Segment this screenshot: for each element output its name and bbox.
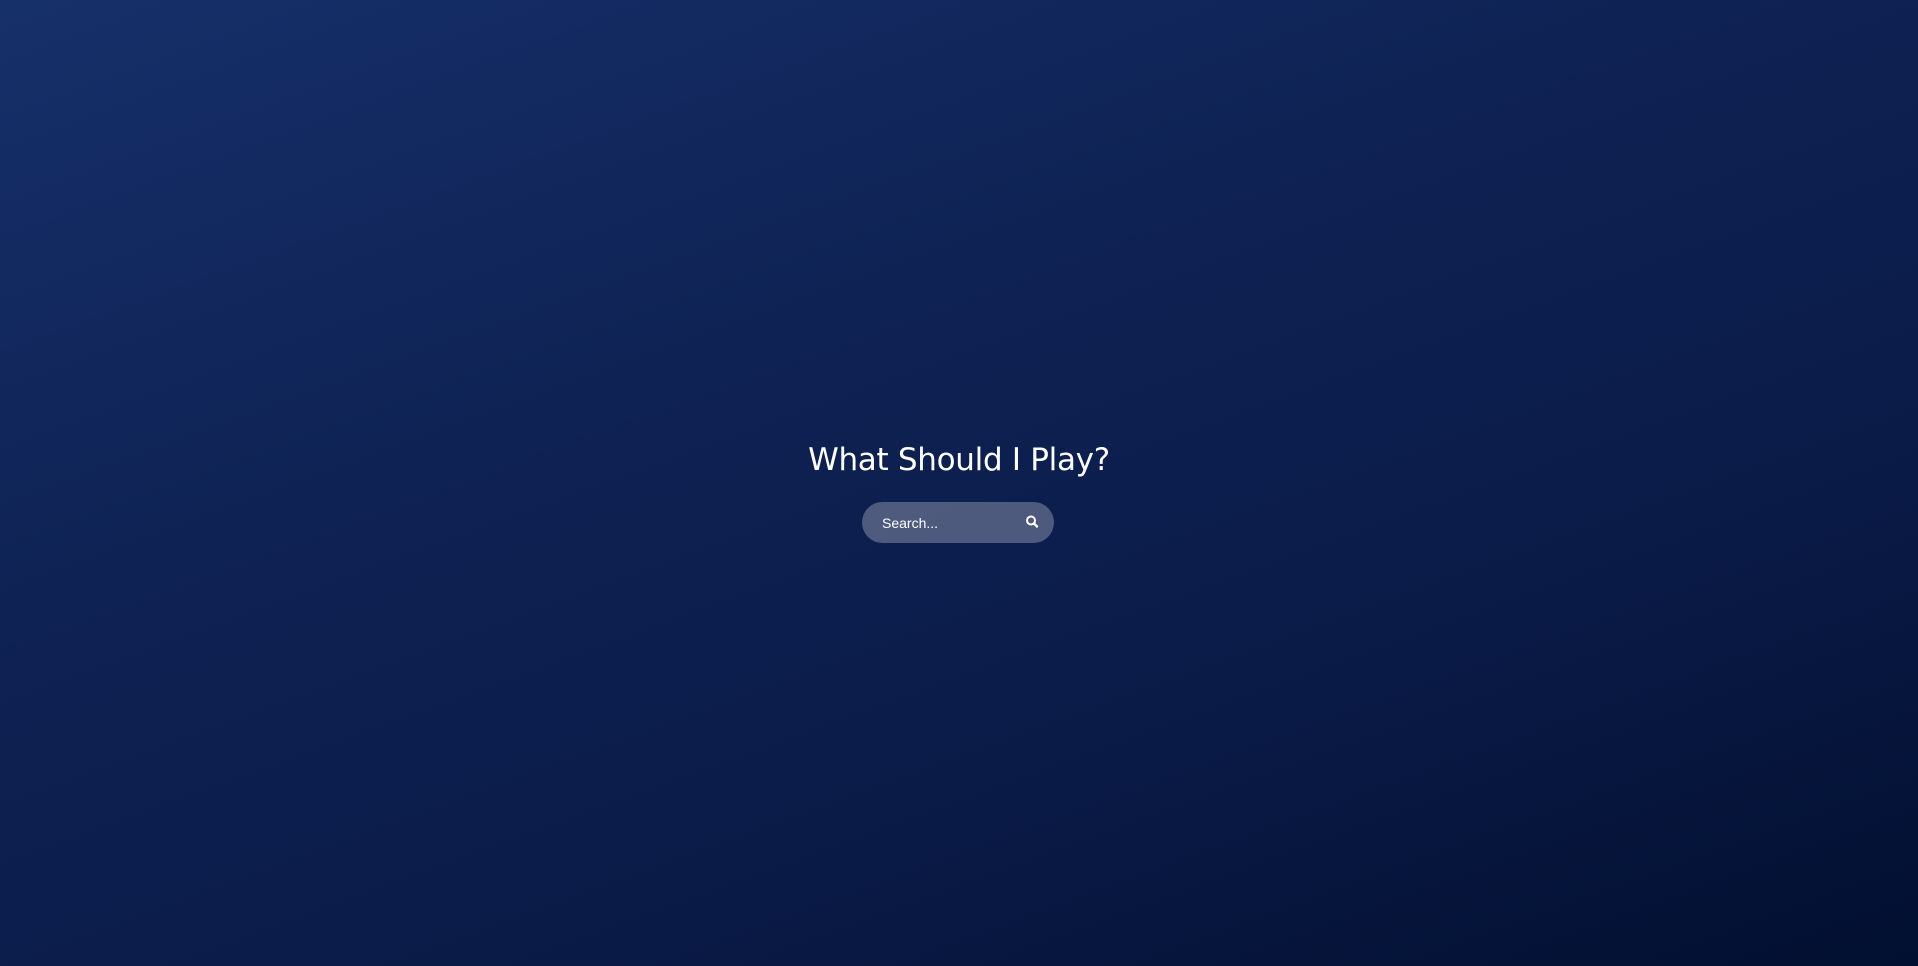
search-input[interactable]	[882, 502, 1012, 543]
main-content: What Should I Play?	[0, 0, 1918, 966]
search-button[interactable]	[1020, 510, 1044, 534]
page-title: What Should I Play?	[808, 442, 1110, 478]
search-bar	[862, 502, 1054, 543]
search-icon	[1020, 510, 1044, 534]
